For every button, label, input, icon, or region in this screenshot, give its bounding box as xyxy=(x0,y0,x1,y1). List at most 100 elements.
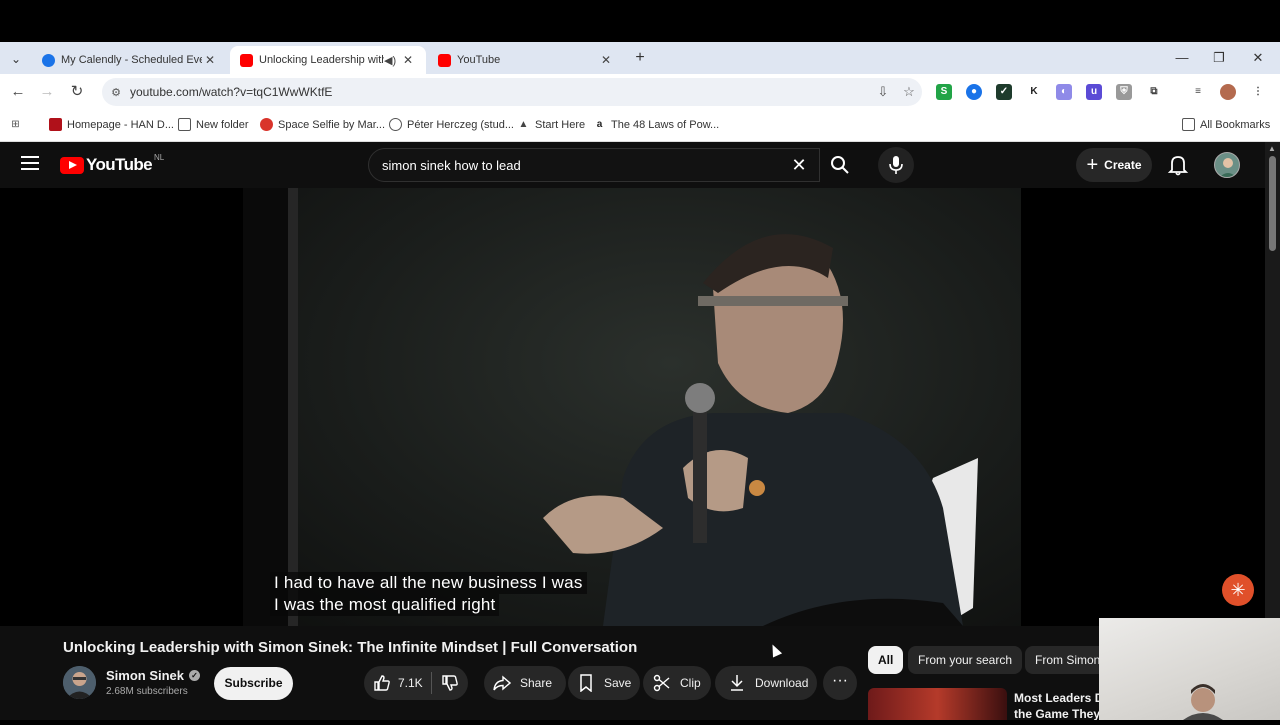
all-bookmarks-button[interactable]: All Bookmarks xyxy=(1182,118,1270,131)
globe-icon xyxy=(389,118,402,131)
search-box[interactable]: simon sinek how to lead ✕ xyxy=(368,148,820,182)
save-button[interactable]: Save xyxy=(568,666,640,700)
bookmark-label: All Bookmarks xyxy=(1200,118,1271,131)
dislike-icon[interactable] xyxy=(440,673,460,693)
chip-from-simon[interactable]: From Simon xyxy=(1025,646,1111,674)
triangle-icon: ▲ xyxy=(518,119,529,130)
verified-icon: ✓ xyxy=(189,670,201,681)
caption-line-2: I was the most qualified right xyxy=(270,594,500,616)
extension-icon[interactable]: ⛨ xyxy=(1116,84,1132,100)
channel-avatar[interactable] xyxy=(63,666,96,699)
like-dislike-group: 7.1K xyxy=(364,666,468,700)
search-input[interactable]: simon sinek how to lead xyxy=(369,158,779,173)
bookmark-item[interactable]: a The 48 Laws of Pow... xyxy=(593,118,720,131)
recommended-title-line-2[interactable]: the Game They'r xyxy=(1014,706,1109,720)
bookmark-folder[interactable]: New folder xyxy=(178,118,249,131)
channel-name-row[interactable]: Simon Sinek ✓ xyxy=(106,668,201,683)
search-icon xyxy=(831,156,849,174)
tab-calendly[interactable]: My Calendly - Scheduled Events ✕ xyxy=(32,46,228,74)
close-window-button[interactable]: ✕ xyxy=(1248,50,1268,66)
channel-name[interactable]: Simon Sinek xyxy=(106,668,184,683)
youtube-logo[interactable]: YouTube NL xyxy=(60,153,164,175)
site-info-icon[interactable]: ⚙ xyxy=(102,86,130,99)
bookmark-label: Homepage - HAN D... xyxy=(67,118,174,131)
chip-from-your-search[interactable]: From your search xyxy=(908,646,1023,674)
apps-icon[interactable]: ⊞ xyxy=(9,118,27,131)
clear-search-icon[interactable]: ✕ xyxy=(779,155,819,176)
tab-title: Unlocking Leadership with Simon Sinek xyxy=(259,54,384,66)
extension-floating-button[interactable]: ✳ xyxy=(1222,574,1254,606)
avatar-image xyxy=(1219,158,1237,177)
extension-icon[interactable]: K xyxy=(1026,84,1042,100)
tab-youtube-video[interactable]: Unlocking Leadership with Simon Sinek ◀)… xyxy=(230,46,426,74)
extension-icon[interactable]: ● xyxy=(966,84,982,100)
search-button[interactable] xyxy=(820,148,860,182)
recommended-title-line-1[interactable]: Most Leaders Do xyxy=(1014,690,1109,706)
extension-icon[interactable]: u xyxy=(1086,84,1102,100)
back-button[interactable]: ← xyxy=(9,83,27,101)
account-avatar[interactable] xyxy=(1214,152,1240,178)
calendly-icon xyxy=(42,53,55,67)
subscriber-count: 2.68M subscribers xyxy=(106,686,188,697)
video-player[interactable]: I had to have all the new business I was… xyxy=(0,188,1265,626)
video-frame[interactable] xyxy=(243,188,1021,626)
extension-icon[interactable]: ◐ xyxy=(1056,84,1072,100)
tab-strip: ⌄ My Calendly - Scheduled Events ✕ Unloc… xyxy=(0,42,1280,74)
download-button[interactable]: Download xyxy=(715,666,817,700)
menu-icon[interactable] xyxy=(21,156,39,170)
menu-icon[interactable]: ⋮ xyxy=(1250,84,1266,100)
scroll-up-icon[interactable]: ▲ xyxy=(1268,144,1276,153)
forward-button[interactable]: → xyxy=(38,83,56,101)
scrollbar-thumb[interactable] xyxy=(1269,156,1276,251)
notifications-button[interactable] xyxy=(1166,154,1190,176)
youtube-page: YouTube NL simon sinek how to lead ✕ + Cr… xyxy=(0,142,1265,720)
bookmark-star-icon[interactable]: ☆ xyxy=(896,84,922,100)
speaker-icon[interactable]: ◀) xyxy=(384,54,400,67)
browser-toolbar: ← → ↻ ⚙ youtube.com/watch?v=tqC1WwWKtfE … xyxy=(0,74,1280,110)
create-button[interactable]: + Create xyxy=(1076,148,1152,182)
channel-avatar-image xyxy=(63,666,96,699)
chip-all[interactable]: All xyxy=(868,646,904,674)
bookmark-item[interactable]: Homepage - HAN D... xyxy=(49,118,174,131)
extension-icon[interactable]: ✓ xyxy=(996,84,1012,100)
like-icon[interactable] xyxy=(372,673,392,693)
video-thumbnail[interactable] xyxy=(868,688,1007,720)
browser-chrome: ⌄ My Calendly - Scheduled Events ✕ Unloc… xyxy=(0,42,1280,142)
minimize-button[interactable]: — xyxy=(1172,50,1192,65)
share-button[interactable]: Share xyxy=(484,666,566,700)
restore-button[interactable]: ❐ xyxy=(1209,50,1229,66)
create-label: Create xyxy=(1104,158,1142,172)
bookmark-label: Start Here xyxy=(535,118,586,131)
address-bar[interactable]: ⚙ youtube.com/watch?v=tqC1WwWKtfE ⇩ ☆ xyxy=(102,78,922,106)
bookmark-label: The 48 Laws of Pow... xyxy=(611,118,720,131)
subscribe-button[interactable]: Subscribe xyxy=(214,667,293,700)
extension-icon[interactable]: S xyxy=(936,84,952,100)
clip-button[interactable]: Clip xyxy=(643,666,711,700)
reload-button[interactable]: ↻ xyxy=(68,83,86,101)
bookmarks-bar: ⊞ Homepage - HAN D... New folder Space S… xyxy=(0,110,1280,142)
tab-title: My Calendly - Scheduled Events xyxy=(61,54,202,66)
microphone-icon xyxy=(889,156,903,174)
close-icon[interactable]: ✕ xyxy=(202,53,218,67)
puzzle-icon[interactable]: ⧉ xyxy=(1146,84,1162,100)
more-actions-icon[interactable]: ··· xyxy=(823,666,857,700)
like-count[interactable]: 7.1K xyxy=(398,676,423,690)
masthead: YouTube NL simon sinek how to lead ✕ + Cr… xyxy=(0,142,1265,188)
profile-avatar[interactable] xyxy=(1220,84,1236,100)
youtube-play-icon xyxy=(60,156,84,174)
bookmark-item[interactable]: ▲ Start Here xyxy=(517,118,586,131)
bookmark-item[interactable]: Space Selfie by Mar... xyxy=(260,118,385,131)
media-icon[interactable]: ≡ xyxy=(1190,84,1206,100)
new-tab-button[interactable]: + xyxy=(630,50,650,68)
close-icon[interactable]: ✕ xyxy=(400,53,416,67)
clip-label: Clip xyxy=(680,676,701,690)
download-icon xyxy=(727,673,747,693)
voice-search-button[interactable] xyxy=(878,147,914,183)
tab-youtube[interactable]: YouTube ✕ xyxy=(428,46,624,74)
close-icon[interactable]: ✕ xyxy=(598,53,614,67)
tab-search-button[interactable]: ⌄ xyxy=(6,50,26,68)
tab-title: YouTube xyxy=(457,54,501,66)
url-text: youtube.com/watch?v=tqC1WwWKtfE xyxy=(130,85,333,99)
install-icon[interactable]: ⇩ xyxy=(870,84,896,100)
bookmark-item[interactable]: Péter Herczeg (stud... xyxy=(389,118,514,131)
